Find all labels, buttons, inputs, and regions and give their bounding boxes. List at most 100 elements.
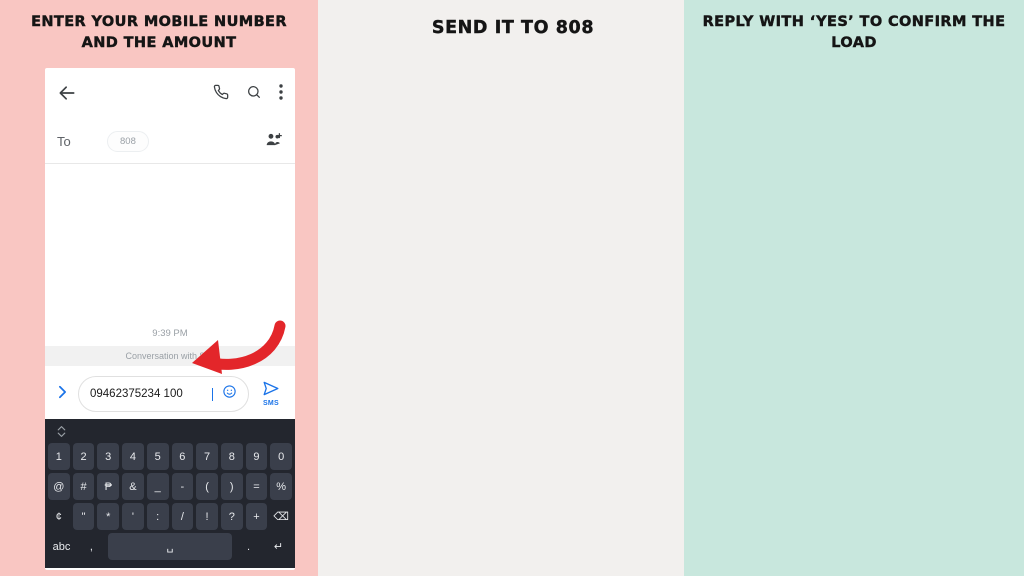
keyboard-row-1: 1 2 3 4 5 6 7 8 9 0 — [47, 443, 293, 470]
key-label: ¢ — [55, 510, 62, 523]
key-label: * — [106, 510, 111, 523]
recipient-row[interactable]: To 808 — [45, 120, 295, 164]
more-vertical-icon[interactable] — [279, 83, 283, 105]
key-![interactable]: ! — [196, 503, 218, 530]
key-*[interactable]: * — [97, 503, 120, 530]
key-⌫[interactable]: ⌫ — [270, 503, 292, 530]
text-caret — [212, 387, 213, 401]
key-+[interactable]: + — [245, 503, 268, 530]
back-arrow-icon[interactable] — [57, 83, 79, 105]
thread-1: 9:39 PM Conversation with 808 — [45, 324, 295, 366]
key-label: # — [80, 480, 87, 493]
key-)[interactable]: ) — [220, 473, 243, 500]
key-1[interactable]: 1 — [47, 443, 70, 470]
key-label: ( — [205, 480, 209, 493]
key-5[interactable]: 5 — [146, 443, 169, 470]
keyboard-row-3: ¢ " * ': /!? + ⌫ — [48, 503, 292, 530]
key-label: ' — [131, 510, 134, 523]
key-¢[interactable]: ¢ — [48, 503, 70, 530]
keyboard-row-4: abc, ␣. ↵ — [48, 533, 292, 560]
panel-1-caption: ENTER YOUR MOBILE NUMBER AND THE AMOUNT — [31, 14, 287, 52]
key-label: & — [129, 480, 137, 493]
key-abc[interactable]: abc — [48, 533, 75, 560]
keyboard-toolbar-1 — [48, 423, 292, 443]
key-label: ₱ — [104, 480, 112, 493]
key-label: 1 — [55, 450, 62, 463]
key-9[interactable]: 9 — [245, 443, 268, 470]
send-sms-button[interactable]: SMS — [256, 381, 286, 407]
keyboard-numeric[interactable]: 1 2 3 4 5 6 7 8 9 0 @ # ₱ & _ - () =% ¢ " * ': /!? + ⌫ abc, ␣. ↵ — [45, 419, 295, 568]
key-label: = — [253, 480, 260, 493]
key-label: - — [180, 480, 185, 493]
keyboard-row-2: @ # ₱ & _ - () =% — [47, 473, 293, 500]
phone-screen-1: To 808 9:39 PM Conversation with 808 094… — [45, 68, 295, 570]
phone-icon[interactable] — [213, 84, 229, 105]
panel-reply-yes: REPLY WITH ‘YES’ TO CONFIRM THE LOAD 808 — [684, 0, 1024, 576]
key-/[interactable]: / — [171, 503, 194, 530]
search-icon[interactable] — [246, 84, 262, 105]
key-?[interactable]: ? — [220, 503, 243, 530]
key-label: . — [247, 540, 251, 553]
key-4[interactable]: 4 — [122, 443, 144, 470]
app-bar-1 — [45, 68, 295, 120]
key-,[interactable]: , — [78, 533, 105, 560]
key-label: + — [253, 510, 260, 523]
key-label: 8 — [228, 450, 235, 463]
compose-input-1[interactable]: 09462375234 100 — [78, 376, 249, 412]
key-label: / — [180, 510, 184, 523]
key-3[interactable]: 3 — [97, 443, 120, 470]
key-label: 7 — [203, 450, 211, 463]
key-@[interactable]: @ — [47, 473, 70, 500]
key-"[interactable]: " — [72, 503, 95, 530]
panel-3-caption: REPLY WITH ‘YES’ TO CONFIRM THE LOAD — [702, 14, 1006, 52]
compose-value: 09462375234 100 — [90, 388, 183, 400]
key-7[interactable]: 7 — [196, 443, 218, 470]
key-label: abc — [52, 540, 71, 553]
key-2[interactable]: 2 — [72, 443, 95, 470]
key-6[interactable]: 6 — [171, 443, 194, 470]
key-8[interactable]: 8 — [220, 443, 243, 470]
send-sms-label: SMS — [262, 400, 280, 407]
key-label: ? — [228, 510, 235, 523]
panel-enter-number: ENTER YOUR MOBILE NUMBER AND THE AMOUNT … — [0, 0, 318, 576]
key-:[interactable]: : — [146, 503, 169, 530]
key-label: _ — [154, 480, 161, 493]
key-([interactable]: ( — [196, 473, 218, 500]
key-%[interactable]: % — [270, 473, 293, 500]
key-label: % — [276, 480, 287, 493]
add-people-icon[interactable] — [266, 132, 283, 152]
key-label: 6 — [179, 450, 186, 463]
key-␣[interactable]: ␣ — [107, 533, 233, 560]
key-label: ␣ — [166, 541, 174, 553]
expand-collapse-icon[interactable] — [56, 425, 67, 441]
key-'[interactable]: ' — [122, 503, 144, 530]
key-label: 4 — [129, 450, 136, 463]
key-label: 2 — [80, 450, 87, 463]
key-label: ) — [229, 480, 234, 493]
key-label: ! — [205, 510, 209, 523]
key-label: ⌫ — [273, 511, 289, 523]
key-.[interactable]: . — [235, 533, 262, 560]
key-&[interactable]: & — [122, 473, 144, 500]
key-label: " — [81, 510, 86, 523]
key-₱[interactable]: ₱ — [97, 473, 120, 500]
key-=[interactable]: = — [245, 473, 268, 500]
key-#[interactable]: # — [72, 473, 95, 500]
thread-timestamp-1: 9:39 PM — [152, 328, 188, 339]
panel-2-caption: SEND IT TO 808 — [431, 18, 595, 38]
to-label: To — [57, 134, 71, 149]
panel-gap — [318, 0, 342, 576]
key-label: ↵ — [273, 541, 284, 553]
key--[interactable]: - — [171, 473, 194, 500]
recipient-chip[interactable]: 808 — [107, 131, 149, 152]
thread-subtitle-1: Conversation with 808 — [45, 346, 295, 366]
thread-empty-area — [45, 164, 295, 324]
emoji-icon[interactable] — [222, 384, 237, 404]
key-↵[interactable]: ↵ — [265, 533, 292, 560]
key-label: 0 — [278, 450, 285, 463]
key-label: @ — [53, 480, 65, 493]
panel-send-to-808: SEND IT TO 808 808 — [342, 0, 684, 576]
chevron-right-icon[interactable] — [54, 385, 71, 404]
key-0[interactable]: 0 — [270, 443, 293, 470]
key-_[interactable]: _ — [146, 473, 169, 500]
